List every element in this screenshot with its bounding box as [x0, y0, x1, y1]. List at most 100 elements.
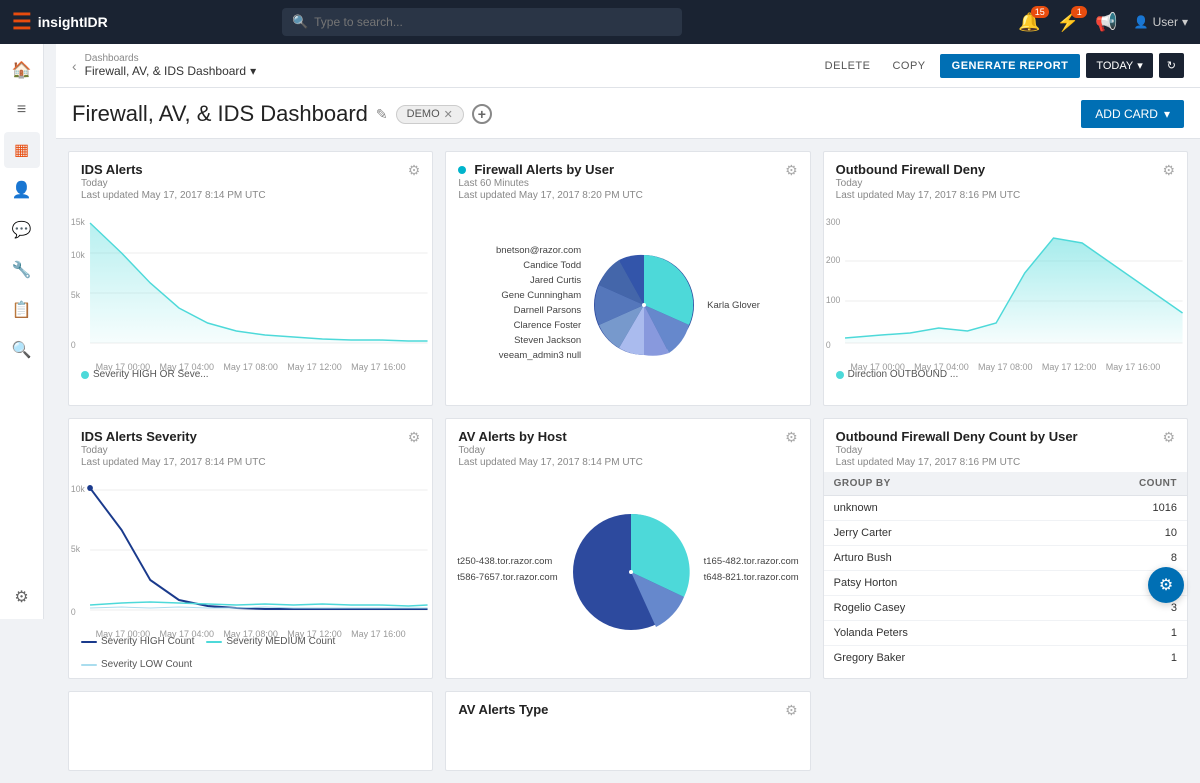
card-table-header: Outbound Firewall Deny Count by User Tod… — [824, 419, 1187, 472]
add-card-button[interactable]: ADD CARD ▾ — [1081, 100, 1184, 128]
card-gear-icon[interactable]: ⚙ — [1162, 162, 1175, 179]
sidebar-item-users[interactable]: 👤 — [4, 172, 40, 208]
sidebar-item-dashboard[interactable]: ▦ — [4, 132, 40, 168]
today-button[interactable]: TODAY ▾ — [1086, 53, 1152, 78]
bottom-row: AV Alerts Type ⚙ — [56, 691, 1200, 783]
hamburger-icon[interactable]: ☰ — [12, 9, 32, 35]
card-title: IDS Alerts — [81, 162, 266, 177]
card-av-type-header: AV Alerts Type ⚙ — [446, 692, 809, 723]
live-dot — [458, 166, 466, 174]
card-ids-alerts: IDS Alerts Today Last updated May 17, 20… — [68, 151, 433, 406]
refresh-button[interactable]: ↻ — [1159, 53, 1184, 78]
group-by-cell: unknown — [824, 496, 1049, 521]
demo-tag: DEMO ✕ — [396, 105, 464, 124]
group-by-cell: Patsy Horton — [824, 571, 1049, 596]
x-axis-labels: May 17 00:00 May 17 04:00 May 17 08:00 M… — [69, 362, 432, 372]
card-gear-icon[interactable]: ⚙ — [1162, 429, 1175, 446]
edit-icon[interactable]: ✎ — [376, 106, 388, 123]
page-title: Firewall, AV, & IDS Dashboard — [72, 101, 368, 127]
search-input[interactable] — [314, 15, 672, 29]
card-gear-icon[interactable]: ⚙ — [785, 162, 798, 179]
count-cell: 1016 — [1048, 496, 1187, 521]
chevron-down-icon: ▾ — [1164, 107, 1170, 121]
add-tag-button[interactable]: + — [472, 104, 492, 124]
sidebar-item-messages[interactable]: 💬 — [4, 212, 40, 248]
table-row: Rogelio Casey3 — [824, 596, 1187, 621]
delete-button[interactable]: DELETE — [817, 56, 879, 76]
svg-text:300: 300 — [826, 217, 840, 227]
card-gear-icon[interactable]: ⚙ — [785, 702, 798, 719]
group-by-cell: Arturo Bush — [824, 546, 1049, 571]
chevron-down-icon: ▾ — [1182, 15, 1188, 29]
sidebar-item-logs[interactable]: ≡ — [4, 92, 40, 128]
card-gear-icon[interactable]: ⚙ — [408, 429, 421, 446]
alerts-icon[interactable]: ⚡ 1 — [1057, 12, 1079, 33]
svg-text:5k: 5k — [71, 290, 81, 300]
generate-report-button[interactable]: GENERATE REPORT — [940, 54, 1081, 78]
user-name: User — [1153, 15, 1178, 29]
user-menu[interactable]: 👤 User ▾ — [1134, 15, 1188, 29]
card-outbound-firewall: Outbound Firewall Deny Today Last update… — [823, 151, 1188, 406]
svg-text:15k: 15k — [71, 217, 85, 227]
sidebar-item-home[interactable]: 🏠 — [4, 52, 40, 88]
card-title: AV Alerts by Host — [458, 429, 643, 444]
breadcrumb-current: Firewall, AV, & IDS Dashboard ▾ — [85, 64, 256, 78]
pie-label: t648-821.tor.razor.com — [704, 572, 799, 583]
pie-label: t250-438.tor.razor.com — [457, 556, 557, 567]
search-bar[interactable]: 🔍 — [282, 8, 682, 36]
svg-text:0: 0 — [71, 340, 76, 350]
notifications-icon[interactable]: 🔔 15 — [1018, 12, 1040, 33]
count-cell: 1 — [1048, 621, 1187, 646]
pie-svg — [589, 250, 699, 360]
av-pie-labels-right: t165-482.tor.razor.com t648-821.tor.razo… — [704, 556, 799, 588]
count-cell: 1 — [1048, 646, 1187, 671]
pie-label: Clarence Foster — [496, 320, 581, 331]
pie-label: t165-482.tor.razor.com — [704, 556, 799, 567]
pie-label: Darnell Parsons — [496, 305, 581, 316]
main-content: ‹ Dashboards Firewall, AV, & IDS Dashboa… — [56, 44, 1200, 783]
table-body: unknown1016Jerry Carter10Arturo Bush8Pat… — [824, 496, 1187, 671]
group-by-cell: Yolanda Peters — [824, 621, 1049, 646]
top-navigation: ☰ insightIDR 🔍 🔔 15 ⚡ 1 📢 👤 User ▾ — [0, 0, 1200, 44]
search-icon: 🔍 — [292, 14, 308, 30]
svg-text:10k: 10k — [71, 484, 85, 494]
settings-fab[interactable]: ⚙ — [1148, 567, 1184, 603]
group-by-cell: Gregory Baker — [824, 646, 1049, 671]
group-by-cell: Jerry Carter — [824, 521, 1049, 546]
col-group-by: GROUP BY — [824, 472, 1049, 496]
ids-alerts-chart: 15k 10k 5k 0 — [69, 205, 432, 365]
card-av-alerts-host: AV Alerts by Host Today Last updated May… — [445, 418, 810, 679]
chevron-down-icon: ▾ — [1137, 59, 1143, 72]
app-name: insightIDR — [38, 14, 108, 30]
sidebar-item-tools[interactable]: 🔧 — [4, 252, 40, 288]
copy-button[interactable]: COPY — [884, 56, 933, 76]
card-gear-icon[interactable]: ⚙ — [408, 162, 421, 179]
card-gear-icon[interactable]: ⚙ — [785, 429, 798, 446]
col-count: COUNT — [1048, 472, 1187, 496]
card-partial-1 — [68, 691, 433, 771]
tag-close-icon[interactable]: ✕ — [444, 108, 453, 121]
card-title: IDS Alerts Severity — [81, 429, 266, 444]
av-pie-chart: t250-438.tor.razor.com t586-7657.tor.raz… — [446, 472, 809, 672]
x-axis-labels: May 17 00:00 May 17 04:00 May 17 08:00 M… — [824, 362, 1187, 372]
alert-badge: 1 — [1071, 6, 1087, 18]
sidebar-item-search[interactable]: 🔍 — [4, 332, 40, 368]
sidebar-item-reports[interactable]: 📋 — [4, 292, 40, 328]
notification-badge: 15 — [1031, 6, 1049, 18]
empty-cell — [823, 691, 1188, 771]
sidebar-item-settings[interactable]: ⚙ — [4, 579, 40, 615]
table-scroll-area[interactable]: GROUP BY COUNT unknown1016Jerry Carter10… — [824, 472, 1187, 670]
table-row: unknown1016 — [824, 496, 1187, 521]
collapse-icon[interactable]: ‹ — [72, 58, 77, 74]
table-row: Patsy Horton6 — [824, 571, 1187, 596]
card-outbound-user-table: Outbound Firewall Deny Count by User Tod… — [823, 418, 1188, 679]
table-row: Yolanda Peters1 — [824, 621, 1187, 646]
user-icon: 👤 — [1134, 15, 1149, 29]
svg-text:0: 0 — [826, 340, 831, 350]
broadcast-icon[interactable]: 📢 — [1095, 12, 1117, 33]
card-firewall-alerts-user: Firewall Alerts by User Last 60 Minutes … — [445, 151, 810, 406]
pie-label: Gene Cunningham — [496, 290, 581, 301]
dashboard-grid: IDS Alerts Today Last updated May 17, 20… — [56, 139, 1200, 691]
breadcrumb-actions: DELETE COPY GENERATE REPORT TODAY ▾ ↻ — [817, 53, 1184, 78]
card-firewall-header: Firewall Alerts by User Last 60 Minutes … — [446, 152, 809, 205]
